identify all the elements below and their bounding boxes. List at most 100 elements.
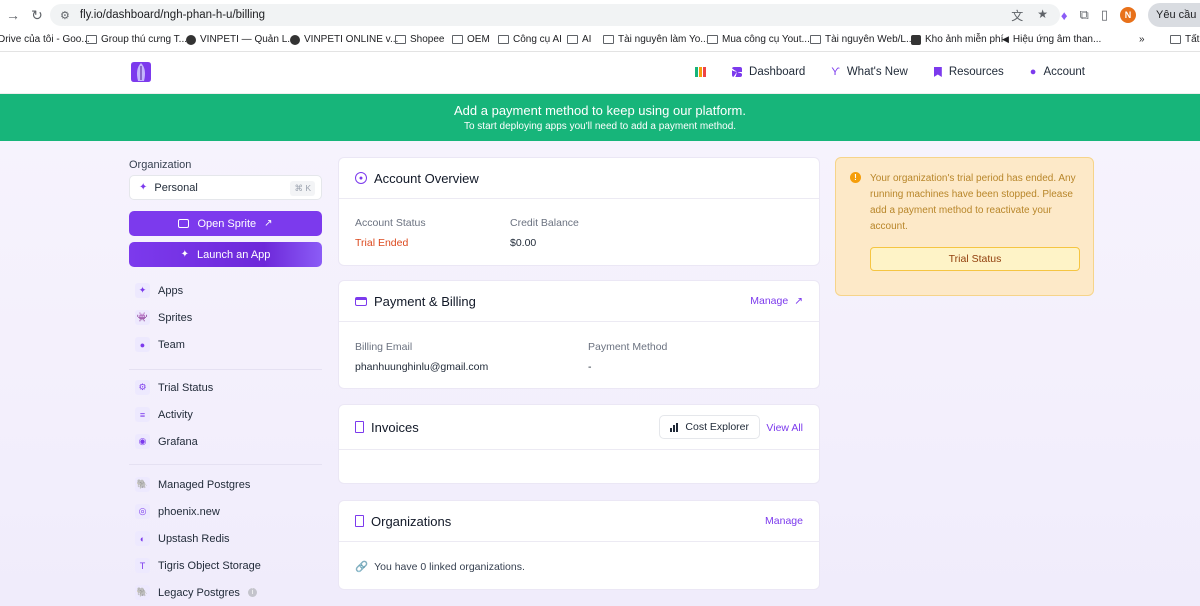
- forward-icon[interactable]: →: [2, 4, 24, 26]
- globe-icon: [186, 34, 196, 45]
- nav-account-label: Account: [1043, 66, 1085, 78]
- open-sprite-label: Open Sprite: [197, 217, 257, 230]
- org-selector[interactable]: ✦ Personal ⌘ K: [129, 175, 322, 200]
- sidebar-item-label: Trial Status: [158, 381, 214, 394]
- card-title: Account Overview: [374, 170, 479, 186]
- sidebar-item-label: Grafana: [158, 435, 198, 448]
- sidebar-item-sprites[interactable]: 👾 Sprites: [129, 304, 322, 331]
- profile-avatar[interactable]: N: [1120, 7, 1136, 23]
- bookmark-icon: [933, 67, 942, 77]
- sidebar-item-phoenix[interactable]: ◎ phoenix.new: [129, 498, 322, 525]
- sidebar-item-label: Tigris Object Storage: [158, 559, 261, 572]
- puzzle-icon[interactable]: ⧉: [1080, 7, 1089, 23]
- postgres-icon: 🐘: [135, 477, 150, 492]
- sidebar-group-main: ✦ Apps 👾 Sprites ● Team: [129, 277, 322, 358]
- bookmark-item[interactable]: Drive của tôi - Goo...: [0, 34, 90, 45]
- sidebar-item-grafana[interactable]: ◉ Grafana: [129, 428, 322, 455]
- external-link-icon: ↗: [264, 218, 273, 229]
- address-bar[interactable]: ⚙ fly.io/dashboard/ngh-phan-h-u/billing …: [50, 4, 1060, 26]
- payment-method-label: Payment Method: [588, 341, 668, 353]
- folder-icon: [810, 35, 821, 44]
- external-link-icon: ↗: [794, 295, 803, 307]
- trial-status-button[interactable]: Trial Status: [870, 247, 1080, 271]
- sidebar-item-tigris[interactable]: T Tigris Object Storage: [129, 552, 322, 579]
- nav-dashboard-label: Dashboard: [749, 66, 806, 78]
- bookmarks-bar: Drive của tôi - Goo... Group thú cưng T.…: [0, 30, 1200, 52]
- sidebar-group-monitoring: ⚙ Trial Status ≡ Activity ◉ Grafana: [129, 374, 322, 455]
- browser-toolbar: → ↻ ⚙ fly.io/dashboard/ngh-phan-h-u/bill…: [0, 0, 1200, 30]
- bookmark-folder[interactable]: Tài nguyên Web/L...: [810, 34, 914, 45]
- folder-icon: [567, 35, 578, 44]
- user-circle-icon: ●: [355, 172, 367, 184]
- sidebar-item-upstash-redis[interactable]: ◐ Upstash Redis: [129, 525, 322, 552]
- manage-billing-link[interactable]: Manage ↗: [750, 295, 803, 307]
- manage-label: Manage: [750, 295, 789, 307]
- card-title: Invoices: [371, 419, 419, 435]
- sidebar-item-managed-postgres[interactable]: 🐘 Managed Postgres: [129, 471, 322, 498]
- bookmarks-more[interactable]: »: [1139, 34, 1145, 45]
- launch-app-button[interactable]: ✦ Launch an App: [129, 242, 322, 267]
- folder-icon: [707, 35, 718, 44]
- card-header: Invoices Cost Explorer View All: [339, 405, 819, 450]
- bookmark-item[interactable]: Kho ảnh miễn phí: [911, 34, 1003, 45]
- bookmark-folder[interactable]: Shopee: [395, 34, 444, 45]
- user-icon: ●: [1029, 66, 1037, 78]
- postgres-icon: 🐘: [135, 585, 150, 600]
- team-icon: ●: [135, 337, 150, 352]
- credit-balance-label: Credit Balance: [510, 217, 579, 229]
- billing-email-label: Billing Email: [355, 341, 413, 353]
- nav-account[interactable]: ● Account: [1030, 66, 1085, 78]
- nav-dashboard[interactable]: Dashboard: [732, 66, 805, 78]
- folder-icon: [452, 35, 463, 44]
- bookmark-folder[interactable]: OEM: [452, 34, 490, 45]
- sidebar-item-label: Apps: [158, 284, 184, 297]
- sidebar-item-label: Team: [158, 338, 185, 351]
- sparkle-icon: Ƴ: [831, 66, 840, 78]
- info-icon[interactable]: i: [247, 588, 257, 597]
- bookmark-folder[interactable]: Mua công cụ Yout...: [707, 34, 810, 45]
- open-sprite-button[interactable]: Open Sprite ↗: [129, 211, 322, 236]
- folder-icon: [498, 35, 509, 44]
- bookmark-folder[interactable]: Công cụ AI: [498, 34, 562, 45]
- sidebar-item-legacy-postgres[interactable]: 🐘 Legacy Postgres i: [129, 579, 322, 606]
- bookmark-folder[interactable]: AI: [567, 34, 591, 45]
- apps-icon: ✦: [135, 283, 150, 298]
- activity-icon: ≡: [135, 407, 150, 422]
- sidebar-item-apps[interactable]: ✦ Apps: [129, 277, 322, 304]
- card-header: Payment & Billing Manage ↗: [339, 281, 819, 322]
- nav-resources[interactable]: Resources: [933, 66, 1004, 78]
- cost-explorer-button[interactable]: Cost Explorer: [659, 415, 760, 439]
- bookmark-folder[interactable]: Group thú cưng T...: [86, 34, 187, 45]
- extension-icon[interactable]: ♦: [1061, 8, 1068, 23]
- org-label: Organization: [129, 159, 192, 171]
- site-info-icon[interactable]: ⚙: [60, 9, 70, 22]
- bookmark-folder[interactable]: Tất: [1170, 34, 1199, 45]
- sidebar-item-activity[interactable]: ≡ Activity: [129, 401, 322, 428]
- warning-icon: !: [850, 172, 861, 183]
- bookmark-item[interactable]: ◀ Hiệu ứng âm than...: [1002, 34, 1101, 45]
- payment-method-value: -: [588, 361, 592, 373]
- translate-icon[interactable]: 文: [1011, 7, 1023, 24]
- view-all-invoices-link[interactable]: View All: [766, 422, 803, 434]
- sidebar-item-team[interactable]: ● Team: [129, 331, 322, 358]
- sidebar-item-label: Activity: [158, 408, 193, 421]
- manage-organizations-link[interactable]: Manage: [765, 515, 803, 527]
- bookmark-item[interactable]: VINPETI ONLINE v...: [290, 34, 398, 45]
- sidebar-icon[interactable]: ▯: [1101, 7, 1108, 23]
- sidebar-item-trial-status[interactable]: ⚙ Trial Status: [129, 374, 322, 401]
- main-content: Organization ✦ Personal ⌘ K Open Sprite …: [0, 141, 1200, 606]
- nav-whats-new[interactable]: Ƴ What's New: [831, 66, 908, 78]
- sidebar-divider: [129, 369, 322, 370]
- sidebar-item-label: Upstash Redis: [158, 532, 230, 545]
- sidebar-item-label: Sprites: [158, 311, 193, 324]
- reload-icon[interactable]: ↻: [26, 4, 48, 26]
- fly-logo-icon[interactable]: [128, 60, 154, 84]
- bookmark-folder[interactable]: Tài nguyên làm Yo...: [603, 34, 709, 45]
- bookmark-item[interactable]: VINPETI — Quản L...: [186, 34, 296, 45]
- star-icon[interactable]: ★: [1037, 7, 1048, 24]
- payment-billing-card: Payment & Billing Manage ↗ Billing Email…: [338, 280, 820, 389]
- card-title: Organizations: [371, 513, 452, 529]
- folder-icon: [603, 35, 614, 44]
- request-button[interactable]: Yêu cầu hỗ: [1148, 3, 1200, 27]
- upstash-icon: ◐: [135, 531, 150, 546]
